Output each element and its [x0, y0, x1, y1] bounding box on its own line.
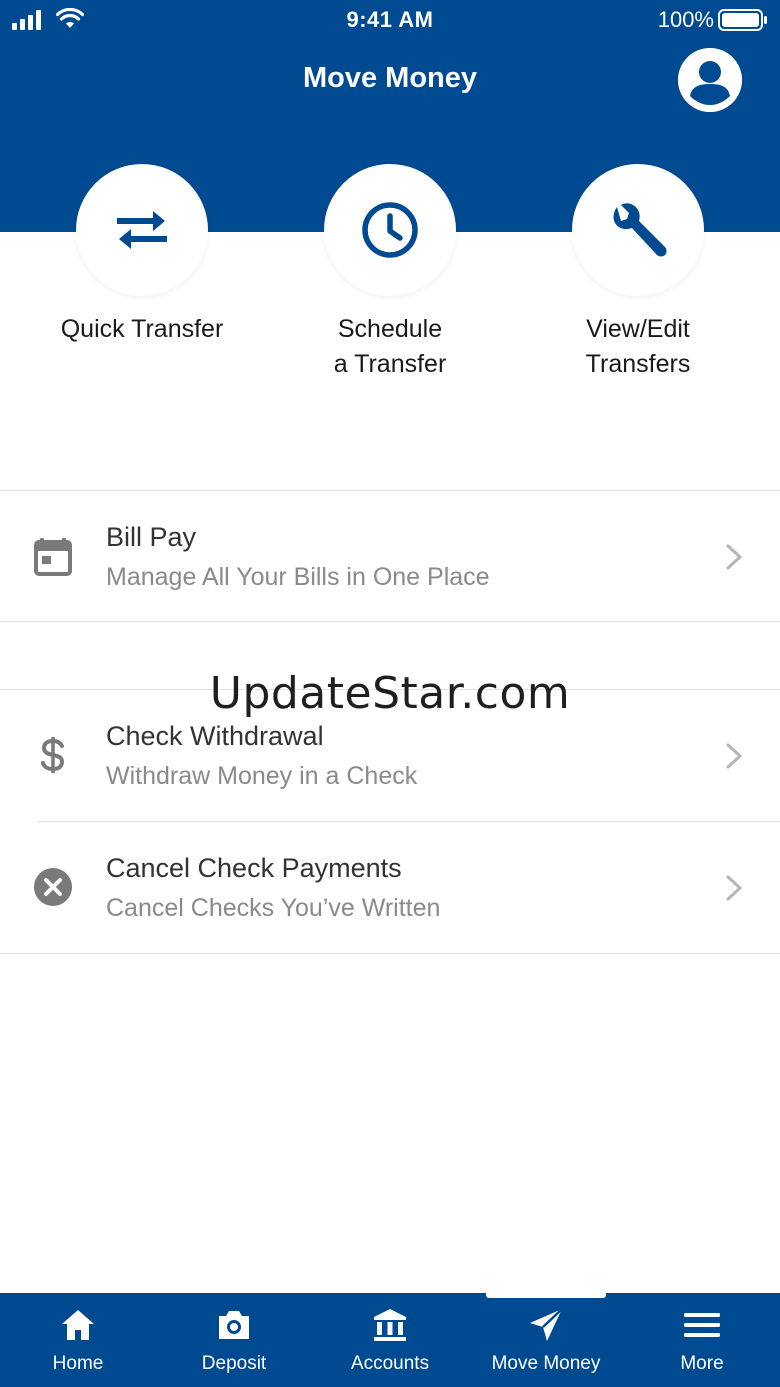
wrench-icon — [613, 203, 667, 257]
view-edit-transfers-button[interactable] — [572, 164, 704, 296]
tab-home-label: Home — [52, 1353, 104, 1374]
quick-transfer-label[interactable]: Quick Transfer — [22, 312, 262, 347]
tab-more-label: More — [680, 1353, 724, 1374]
cancel-check-payments-row[interactable]: Cancel Check Payments Cancel Checks You’… — [0, 822, 780, 953]
status-bar: 9:41 AM 100% — [0, 0, 780, 40]
page-title: Move Money — [302, 62, 478, 94]
bill-pay-title: Bill Pay — [106, 522, 197, 552]
paper-plane-icon — [530, 1308, 563, 1341]
schedule-transfer-label[interactable]: Schedule a Transfer — [270, 312, 510, 382]
calendar-icon — [34, 538, 72, 576]
chevron-right-icon — [726, 743, 742, 769]
cancel-check-payments-subtitle: Cancel Checks You’ve Written — [106, 894, 441, 922]
schedule-transfer-button[interactable] — [324, 164, 456, 296]
clock-icon — [362, 202, 418, 258]
tab-accounts[interactable]: Accounts — [312, 1293, 468, 1387]
divider — [0, 953, 780, 954]
quick-transfer-button[interactable] — [76, 164, 208, 296]
divider — [0, 621, 780, 622]
cancel-check-payments-title: Cancel Check Payments — [106, 853, 402, 883]
check-withdrawal-row[interactable]: Check Withdrawal Withdraw Money in a Che… — [0, 690, 780, 821]
camera-icon — [219, 1311, 249, 1339]
row-icon — [32, 866, 74, 908]
view-edit-transfers-label[interactable]: View/Edit Transfers — [518, 312, 758, 382]
row-icon — [32, 535, 74, 577]
bottom-tab-bar: Home Deposit Accounts Move Money More — [0, 1293, 780, 1387]
chevron-right-icon — [726, 875, 742, 901]
home-icon — [62, 1310, 94, 1340]
active-tab-indicator — [486, 1293, 606, 1298]
menu-icon — [684, 1313, 720, 1337]
bill-pay-subtitle: Manage All Your Bills in One Place — [106, 563, 490, 591]
check-withdrawal-title: Check Withdrawal — [106, 721, 324, 751]
cancel-circle-icon — [34, 868, 72, 906]
tab-move-money-label: Move Money — [491, 1353, 601, 1374]
user-circle-icon — [678, 48, 742, 112]
tab-home[interactable]: Home — [0, 1293, 156, 1387]
dollar-icon — [41, 737, 65, 773]
battery-percent: 100% — [657, 7, 714, 32]
swap-arrows-icon — [117, 211, 167, 249]
check-withdrawal-subtitle: Withdraw Money in a Check — [106, 762, 418, 790]
bank-icon — [374, 1309, 406, 1341]
chevron-right-icon — [726, 544, 742, 570]
tab-accounts-label: Accounts — [350, 1353, 430, 1374]
profile-button[interactable] — [678, 48, 742, 112]
battery-icon — [718, 9, 767, 31]
tab-deposit-label: Deposit — [201, 1353, 267, 1374]
tab-deposit[interactable]: Deposit — [156, 1293, 312, 1387]
row-icon — [32, 734, 74, 776]
bill-pay-row[interactable]: Bill Pay Manage All Your Bills in One Pl… — [0, 491, 780, 622]
tab-more[interactable]: More — [624, 1293, 780, 1387]
tab-move-money[interactable]: Move Money — [468, 1293, 624, 1387]
